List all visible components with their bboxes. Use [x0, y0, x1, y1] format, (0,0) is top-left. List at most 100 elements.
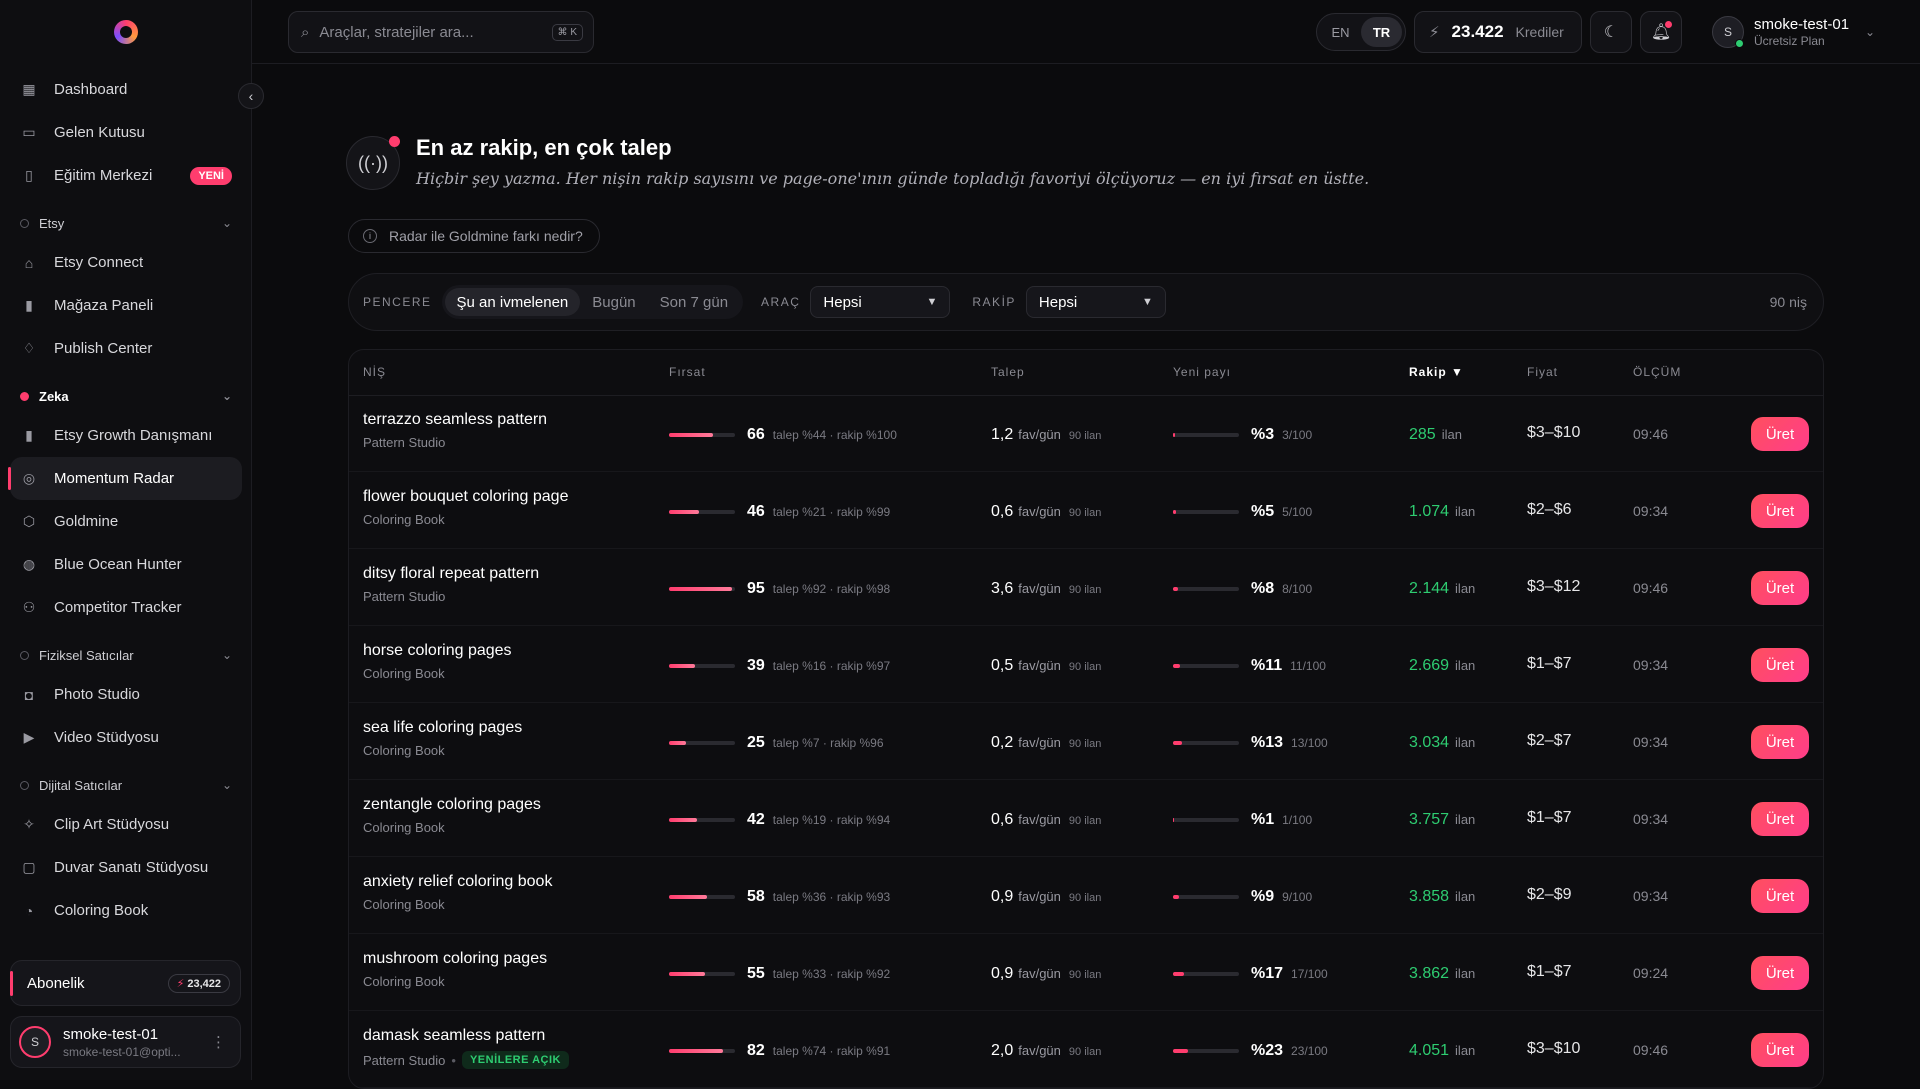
table-row[interactable]: anxiety relief coloring book Coloring Boo…	[349, 858, 1823, 934]
header-price[interactable]: Fiyat	[1527, 365, 1558, 379]
table-row[interactable]: zentangle coloring pages Coloring Book 42 t…	[349, 781, 1823, 857]
search-input[interactable]	[319, 23, 540, 41]
niche-name[interactable]: anxiety relief coloring book	[363, 873, 552, 891]
generate-button[interactable]: Üret	[1751, 956, 1809, 990]
chevron-down-icon: ⌄	[221, 216, 232, 230]
niche-name[interactable]: terrazzo seamless pattern	[363, 411, 547, 429]
new-badge: YENİ	[190, 166, 232, 185]
sidebar-group-0[interactable]: Etsy ⌄	[10, 205, 242, 241]
sidebar-item-photo-studio[interactable]: ◘ Photo Studio	[10, 673, 242, 716]
generate-button[interactable]: Üret	[1751, 802, 1809, 836]
credits-display[interactable]: ⚡ 23.422 Krediler	[1414, 11, 1582, 53]
table-row[interactable]: mushroom coloring pages Coloring Book 55 ta…	[349, 935, 1823, 1011]
niche-name[interactable]: flower bouquet coloring page	[363, 488, 568, 506]
demand-listings: 90 ilan	[1068, 738, 1102, 750]
subscription-item[interactable]: Abonelik ⚡ 23,422	[10, 960, 241, 1006]
opportunity-cell: 46 talep %21 · rakip %99	[669, 503, 890, 521]
header-opportunity[interactable]: Fırsat	[669, 365, 706, 379]
chevron-down-icon: ⌄	[221, 778, 232, 792]
sidebar-item-e-itim-merkezi[interactable]: ▯ Eğitim Merkezi YENİ	[10, 154, 242, 197]
table-row[interactable]: flower bouquet coloring page Coloring Boo…	[349, 473, 1823, 549]
language-toggle: EN TR	[1316, 13, 1406, 51]
theme-toggle-button[interactable]: ☾	[1590, 11, 1632, 53]
collapse-sidebar-button[interactable]: ‹	[238, 83, 264, 109]
demand-listings: 90 ilan	[1068, 661, 1102, 673]
sidebar-item-video-st-dyosu[interactable]: ▶ Video Stüdyosu	[10, 716, 242, 759]
sidebar-item-goldmine[interactable]: ⬡ Goldmine	[10, 500, 242, 543]
demand-listings: 90 ilan	[1068, 969, 1102, 981]
tool-label: ARAÇ	[761, 295, 801, 309]
opportunity-cell: 58 talep %36 · rakip %93	[669, 888, 890, 906]
table-row[interactable]: damask seamless pattern Pattern Studio • YE…	[349, 1012, 1823, 1088]
sidebar-item-dashboard[interactable]: ▦ Dashboard	[10, 68, 242, 111]
demand-cell: 0,6 fav/gün 90 ilan	[991, 811, 1101, 829]
sidebar-item-gelen-kutusu[interactable]: ▭ Gelen Kutusu	[10, 111, 242, 154]
search-box[interactable]: ⌕ ⌘ K	[288, 11, 594, 53]
lang-en-button[interactable]: EN	[1320, 17, 1361, 47]
share-bar-fill	[1173, 972, 1185, 976]
demand-cell: 0,9 fav/gün 90 ilan	[991, 888, 1101, 906]
sidebar-item-publish-center[interactable]: ♢ Publish Center	[10, 327, 242, 370]
demand-listings: 90 ilan	[1068, 1046, 1102, 1058]
generate-button[interactable]: Üret	[1751, 417, 1809, 451]
sidebar-item-ma-aza-paneli[interactable]: ▮ Mağaza Paneli	[10, 284, 242, 327]
header-niche[interactable]: NİŞ	[363, 365, 386, 379]
price-range: $2–$6	[1527, 501, 1572, 518]
app-logo[interactable]	[114, 20, 138, 44]
generate-button[interactable]: Üret	[1751, 494, 1809, 528]
more-icon[interactable]: ⋮	[211, 1033, 226, 1051]
sidebar-item-coloring-book[interactable]: ◔ Coloring Book	[10, 889, 242, 932]
generate-button[interactable]: Üret	[1751, 571, 1809, 605]
notifications-button[interactable]: 🔔︎	[1640, 11, 1682, 53]
niche-name[interactable]: horse coloring pages	[363, 642, 512, 660]
header-measured[interactable]: ÖLÇÜM	[1633, 365, 1681, 379]
niche-name[interactable]: ditsy floral repeat pattern	[363, 565, 539, 583]
niche-cell: horse coloring pages Coloring Book	[363, 642, 512, 681]
generate-button[interactable]: Üret	[1751, 725, 1809, 759]
niche-name[interactable]: damask seamless pattern	[363, 1027, 569, 1045]
sidebar-item-etsy-growth-dan-man-[interactable]: ▮ Etsy Growth Danışmanı	[10, 414, 242, 457]
niche-name[interactable]: sea life coloring pages	[363, 719, 522, 737]
niche-name[interactable]: zentangle coloring pages	[363, 796, 541, 814]
window-option-now[interactable]: Şu an ivmelenen	[444, 288, 581, 316]
opportunity-bar	[669, 510, 735, 514]
sidebar-item-momentum-radar[interactable]: ◎ Momentum Radar	[8, 457, 242, 500]
sidebar-item-clip-art-st-dyosu[interactable]: ✧ Clip Art Stüdyosu	[10, 803, 242, 846]
bolt-icon: ⚡	[1429, 24, 1440, 41]
header-demand[interactable]: Talep	[991, 365, 1025, 379]
measured-time: 09:34	[1633, 811, 1669, 827]
inbox-icon: ▭	[22, 124, 36, 140]
generate-button[interactable]: Üret	[1751, 879, 1809, 913]
header-share[interactable]: Yeni payı	[1173, 365, 1231, 379]
lang-tr-button[interactable]: TR	[1361, 17, 1402, 47]
window-option-today[interactable]: Bugün	[580, 288, 647, 316]
generate-button[interactable]: Üret	[1751, 648, 1809, 682]
sidebar-item-etsy-connect[interactable]: ⌂ Etsy Connect	[10, 241, 242, 284]
info-link[interactable]: i Radar ile Goldmine farkı nedir?	[348, 219, 600, 253]
table-row[interactable]: terrazzo seamless pattern Pattern Studio 6…	[349, 396, 1823, 472]
sidebar-item-blue-ocean-hunter[interactable]: ◍ Blue Ocean Hunter	[10, 543, 242, 586]
sidebar-group-2[interactable]: Fiziksel Satıcılar ⌄	[10, 637, 242, 673]
table-row[interactable]: ditsy floral repeat pattern Pattern Studi…	[349, 550, 1823, 626]
table-row[interactable]: horse coloring pages Coloring Book 39 talep…	[349, 627, 1823, 703]
sidebar-group-3[interactable]: Dijital Satıcılar ⌄	[10, 767, 242, 803]
sidebar-user-card[interactable]: S smoke-test-01 smoke-test-01@opti... ⋮	[10, 1016, 241, 1068]
tool-select[interactable]: Hepsi ▼	[810, 286, 951, 318]
sidebar-item-duvar-sanat-st-dyosu[interactable]: ▢ Duvar Sanatı Stüdyosu	[10, 846, 242, 889]
competitor-select[interactable]: Hepsi ▼	[1025, 286, 1166, 318]
opportunity-score: 39	[747, 657, 765, 674]
generate-button[interactable]: Üret	[1751, 1033, 1809, 1067]
user-menu[interactable]: S smoke-test-01 Ücretsiz Plan ⌄	[1712, 13, 1875, 51]
opportunity-bar-fill	[669, 1049, 724, 1053]
niche-name[interactable]: mushroom coloring pages	[363, 950, 547, 968]
table-row[interactable]: sea life coloring pages Coloring Book 25 ta…	[349, 704, 1823, 780]
share-value: %11	[1251, 657, 1283, 674]
sidebar-group-1[interactable]: Zeka ⌄	[10, 378, 242, 414]
header-competitors[interactable]: Rakip ▼	[1409, 365, 1464, 379]
competitors-value: 4.051	[1409, 1042, 1450, 1059]
sidebar-item-competitor-tracker[interactable]: ⚇ Competitor Tracker	[10, 586, 242, 629]
price-range: $1–$7	[1527, 655, 1572, 672]
window-option-7days[interactable]: Son 7 gün	[648, 288, 740, 316]
opportunity-score: 95	[747, 580, 765, 597]
group-dot	[20, 218, 29, 228]
